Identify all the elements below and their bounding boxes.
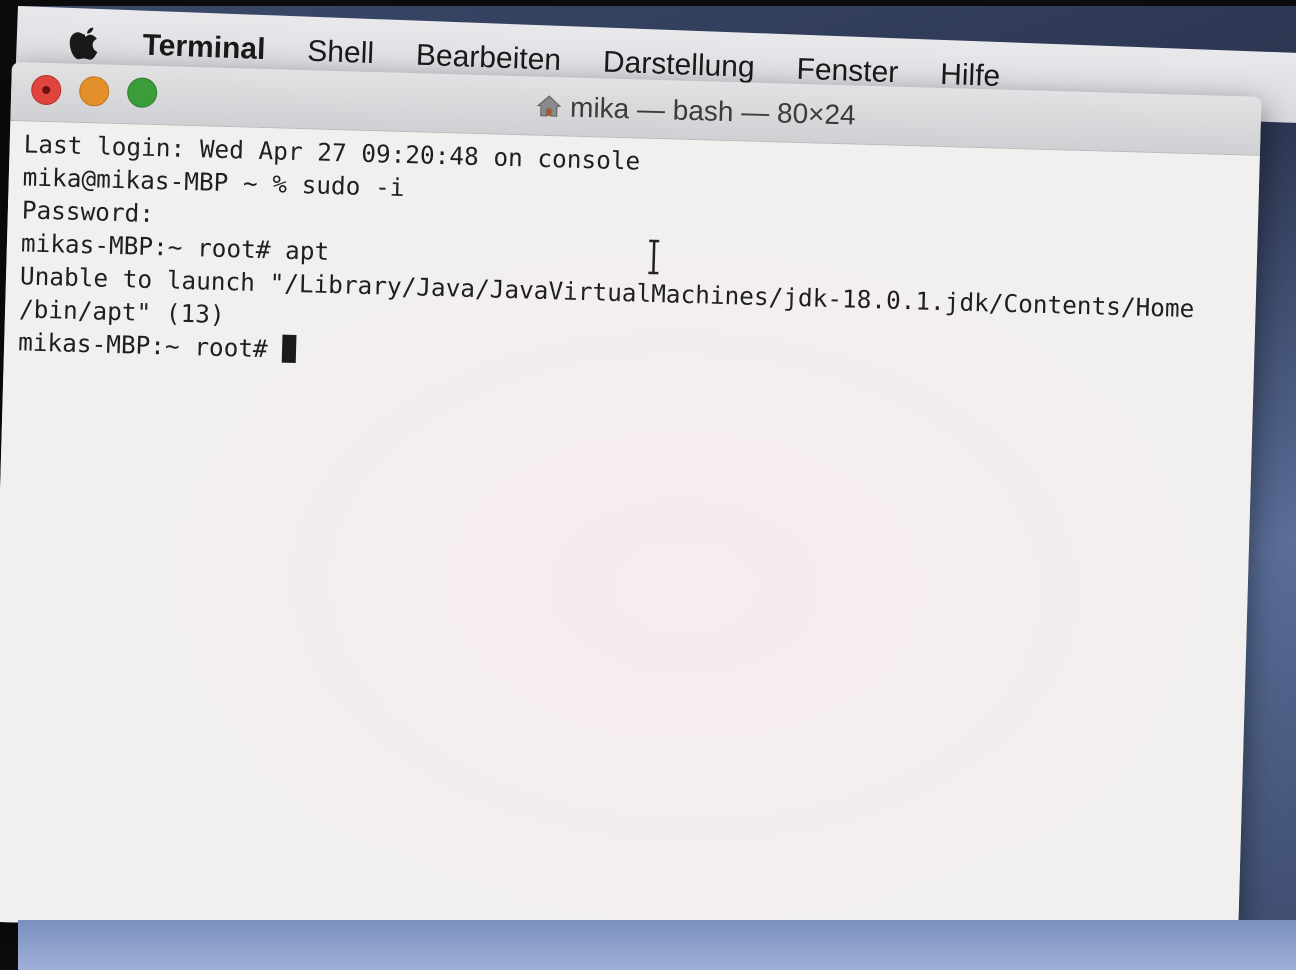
terminal-prompt: mikas-MBP:~ root# [17, 327, 283, 364]
ibeam-cursor-icon [648, 239, 660, 275]
desktop-background-strip [18, 920, 1296, 970]
menu-terminal[interactable]: Terminal [142, 29, 266, 67]
home-icon [536, 95, 562, 117]
screen: Terminal Shell Bearbeiten Darstellung Fe… [0, 0, 1296, 970]
bezel-top [0, 0, 1296, 6]
text-cursor [282, 334, 297, 364]
menu-shell[interactable]: Shell [307, 35, 375, 71]
window-title-text: mika — bash — 80×24 [569, 91, 857, 131]
apple-logo-icon[interactable] [66, 23, 103, 64]
terminal-output[interactable]: Last login: Wed Apr 27 09:20:48 on conso… [0, 120, 1260, 957]
menu-bearbeiten[interactable]: Bearbeiten [415, 39, 561, 78]
terminal-window: mika — bash — 80×24 Last login: Wed Apr … [0, 62, 1262, 957]
